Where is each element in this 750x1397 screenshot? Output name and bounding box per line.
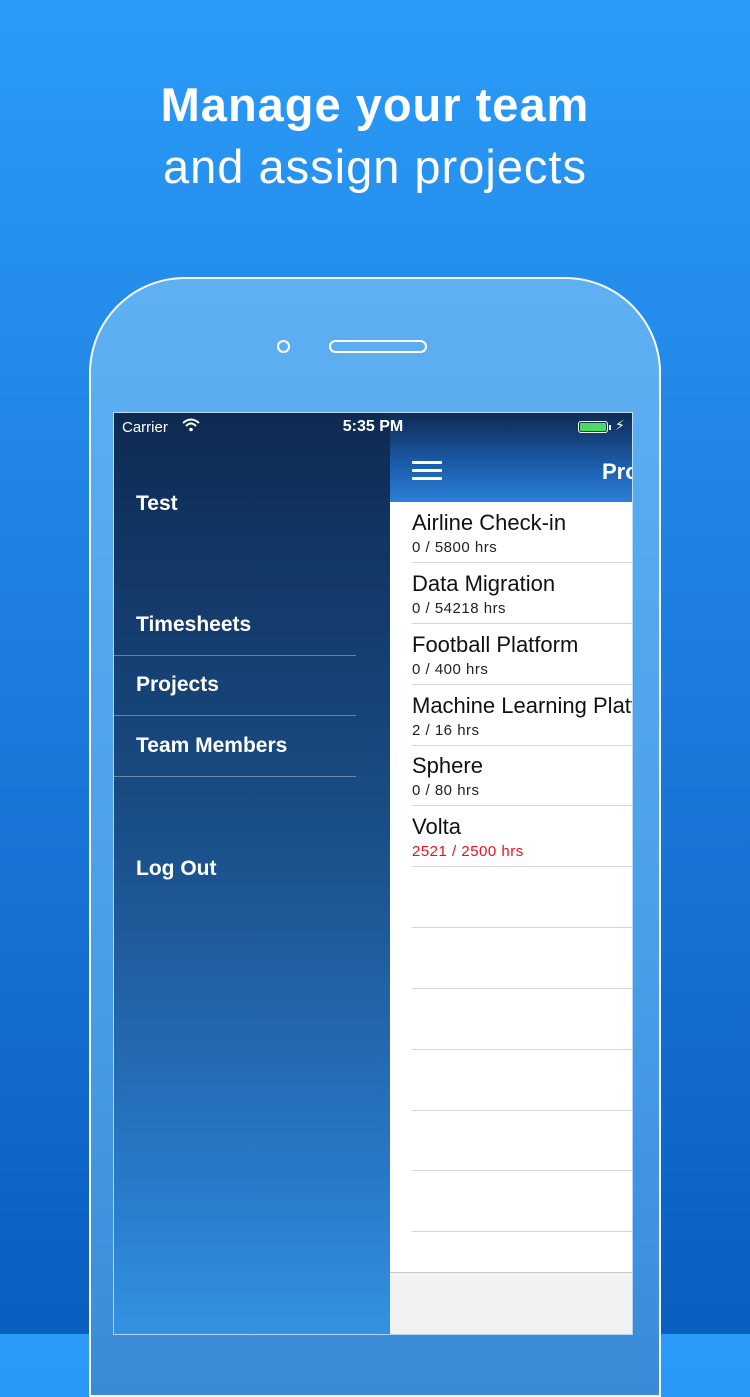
bottom-toolbar [390,1272,632,1334]
marketing-headline: Manage your team and assign projects [0,74,750,198]
status-bar: Carrier 5:35 PM ⚡ [114,413,632,441]
project-hours: 0 / 80 hrs [412,782,480,799]
drawer-user-name: Test [136,492,178,515]
list-item[interactable]: Data Migration 0 / 54218 hrs [412,563,632,624]
empty-row [412,928,632,989]
project-name: Airline Check-in [412,510,567,535]
empty-row [412,1171,632,1232]
project-name: Machine Learning Platform [412,693,632,718]
list-item[interactable]: Volta 2521 / 2500 hrs [412,806,632,867]
hamburger-icon[interactable] [412,461,442,481]
project-name: Sphere [412,753,483,778]
battery-level [580,423,606,431]
logout-button[interactable]: Log Out [136,857,216,881]
list-item[interactable]: Machine Learning Platform 2 / 16 hrs [412,685,632,746]
page-title: Projects [602,459,632,484]
list-item[interactable]: Sphere 0 / 80 hrs [412,745,632,806]
project-hours-over-budget: 2521 / 2500 hrs [412,843,524,860]
empty-row [412,1110,632,1171]
project-hours: 0 / 400 hrs [412,661,489,678]
list-item[interactable]: Football Platform 0 / 400 hrs [412,624,632,685]
charging-icon: ⚡ [615,417,625,433]
side-drawer: Test Timesheets Projects Team Members Lo… [114,413,390,1334]
sidebar-item-timesheets[interactable]: Timesheets [114,596,356,656]
list-item[interactable]: Airline Check-in 0 / 5800 hrs [412,502,632,563]
battery-tip [609,425,611,430]
project-name: Football Platform [412,632,579,657]
phone-screen: Test Timesheets Projects Team Members Lo… [113,412,633,1335]
battery-icon [578,421,608,433]
sidebar-item-team-members[interactable]: Team Members [114,717,356,777]
sidebar-item-label: Projects [136,673,219,696]
headline-line-1: Manage your team [160,78,590,131]
project-name: Data Migration [412,571,556,596]
status-time: 5:35 PM [342,418,404,435]
empty-row [412,1050,632,1111]
empty-row [412,867,632,928]
project-hours: 0 / 5800 hrs [412,539,498,556]
sidebar-item-label: Timesheets [136,613,252,636]
sidebar-item-projects[interactable]: Projects [114,656,356,716]
projects-screen: Projects Airline Check-in 0 / 5800 hrs D… [390,413,632,1334]
sidebar-item-label: Team Members [136,734,288,757]
headline-line-2: and assign projects [163,140,587,193]
speaker-icon [329,340,427,353]
camera-icon [277,340,290,353]
empty-row [412,989,632,1050]
project-hours: 2 / 16 hrs [412,722,480,739]
project-name: Volta [412,814,461,839]
project-hours: 0 / 54218 hrs [412,600,507,617]
